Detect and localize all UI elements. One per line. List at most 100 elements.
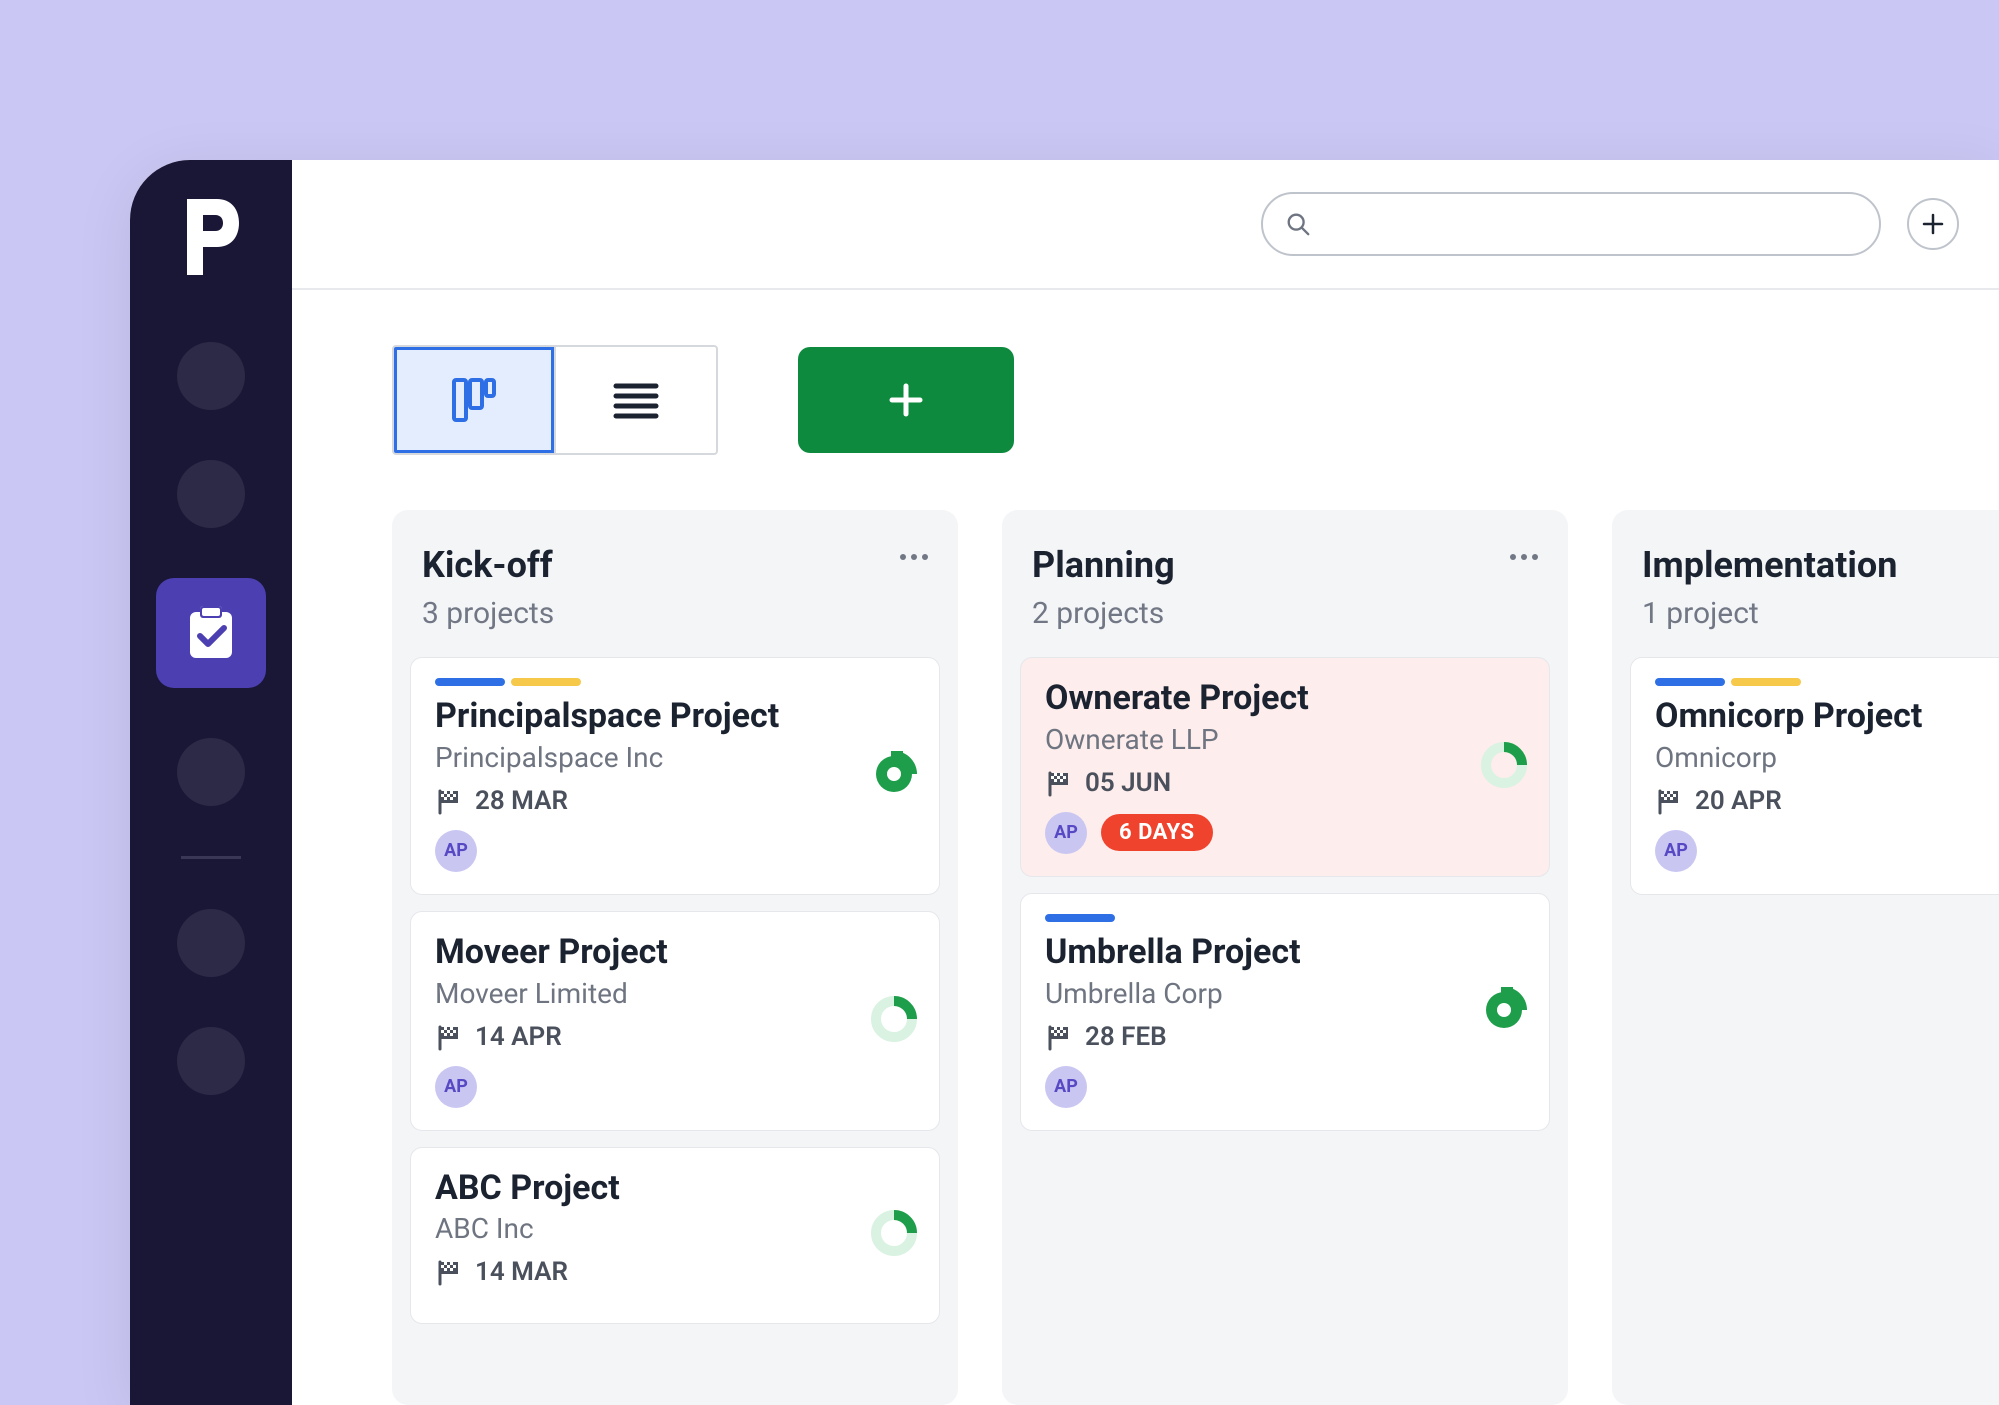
flag-icon [1045,769,1073,797]
avatar[interactable]: AP [1655,830,1697,872]
nav-item-projects[interactable] [156,578,266,688]
card-footer: AP [435,830,915,872]
card-company: Moveer Limited [435,977,915,1010]
flag-icon [435,787,463,815]
card-date-text: 05 JUN [1085,768,1171,798]
card-title: Principalspace Project [435,696,915,737]
card-company: Umbrella Corp [1045,977,1525,1010]
card-company: ABC Inc [435,1212,915,1245]
progress-donut-icon [1481,742,1527,788]
flag-icon [1655,787,1683,815]
topbar [292,160,1999,290]
search-field[interactable] [1261,192,1881,256]
overdue-badge: 6 DAYS [1101,814,1213,851]
progress-indicator [871,751,917,801]
avatar[interactable]: AP [435,1066,477,1108]
column-menu-button[interactable] [900,544,928,560]
card-labels [435,678,915,686]
card-date: 20 APR [1655,786,1999,816]
nav-item-placeholder[interactable] [177,738,245,806]
column-title: Planning [1032,544,1175,586]
card-title: Omnicorp Project [1655,696,1999,737]
sidebar [130,160,292,1405]
nav-item-placeholder[interactable] [177,1027,245,1095]
project-card[interactable]: Ownerate Project Ownerate LLP 05 JUN AP 6 DA… [1020,657,1550,877]
card-footer: AP [435,1066,915,1108]
card-date-text: 14 APR [475,1022,562,1052]
card-date-text: 14 MAR [475,1257,568,1287]
card-label [1655,678,1725,686]
board-icon [448,374,500,426]
column-subtitle: 2 projects [1032,596,1175,631]
card-date: 05 JUN [1045,768,1525,798]
card-label [1045,914,1115,922]
card-company: Ownerate LLP [1045,723,1525,756]
progress-donut-icon [1481,987,1527,1033]
add-project-button[interactable] [798,347,1014,453]
card-date-text: 28 FEB [1085,1022,1167,1052]
card-date: 28 MAR [435,786,915,816]
avatar[interactable]: AP [1045,1066,1087,1108]
card-company: Principalspace Inc [435,741,915,774]
plus-icon [886,380,926,420]
card-title: Ownerate Project [1045,678,1525,719]
progress-donut-icon [871,996,917,1042]
card-date: 14 MAR [435,1257,915,1287]
board-column: Implementation1 projectOmnicorp ProjectO… [1612,510,1999,1405]
card-footer: AP [1045,1066,1525,1108]
card-footer: AP 6 DAYS [1045,812,1525,854]
progress-indicator [1481,742,1527,792]
topbar-add-button[interactable] [1907,198,1959,250]
card-labels [1655,678,1999,686]
card-footer: AP [1655,830,1999,872]
card-label [435,678,505,686]
card-date-text: 20 APR [1695,786,1782,816]
search-icon [1285,210,1311,238]
card-date: 28 FEB [1045,1022,1525,1052]
nav-item-placeholder[interactable] [177,909,245,977]
progress-indicator [1481,987,1527,1037]
card-date: 14 APR [435,1022,915,1052]
view-switch [392,345,718,455]
avatar[interactable]: AP [1045,812,1087,854]
board-column: Kick-off 3 projects Principalspace Project… [392,510,958,1405]
flag-icon [435,1258,463,1286]
column-subtitle: 1 project [1642,596,1897,631]
plus-icon [1922,213,1944,235]
board: Kick-off 3 projects Principalspace Project… [292,510,1999,1405]
board-column: Planning2 projectsOwnerate ProjectOwnera… [1002,510,1568,1405]
column-title: Kick-off [422,544,554,586]
card-title: Umbrella Project [1045,932,1525,973]
search-input[interactable] [1325,211,1857,237]
column-menu-button[interactable] [1510,544,1538,560]
project-card[interactable]: Omnicorp ProjectOmnicorp20 APRAP [1630,657,1999,895]
progress-donut-icon [871,751,917,797]
project-card[interactable]: ABC ProjectABC Inc 14 MAR [410,1147,940,1325]
nav-item-placeholder[interactable] [177,342,245,410]
column-header: Planning 2 projects [1016,524,1554,657]
avatar[interactable]: AP [435,830,477,872]
clipboard-check-icon [184,604,238,662]
toolbar [292,290,1999,510]
flag-icon [1045,1023,1073,1051]
flag-icon [435,1023,463,1051]
view-board-button[interactable] [394,347,554,453]
card-title: Moveer Project [435,932,915,973]
list-icon [612,380,660,420]
card-labels [1045,914,1525,922]
card-date-text: 28 MAR [475,786,568,816]
column-header: Implementation 1 project [1626,524,1999,657]
project-card[interactable]: Moveer Project Moveer Limited 14 APR AP [410,911,940,1131]
project-card[interactable]: Umbrella Project Umbrella Corp 28 FEB AP [1020,893,1550,1131]
card-label [511,678,581,686]
card-title: ABC Project [435,1168,915,1209]
progress-indicator [871,1210,917,1260]
app-window: Kick-off 3 projects Principalspace Project… [130,160,1999,1405]
nav-item-placeholder[interactable] [177,460,245,528]
column-title: Implementation [1642,544,1897,586]
app-logo[interactable] [176,192,246,282]
project-card[interactable]: Principalspace Project Principalspace Inc… [410,657,940,895]
progress-indicator [871,996,917,1046]
column-subtitle: 3 projects [422,596,554,631]
view-list-button[interactable] [556,347,716,453]
